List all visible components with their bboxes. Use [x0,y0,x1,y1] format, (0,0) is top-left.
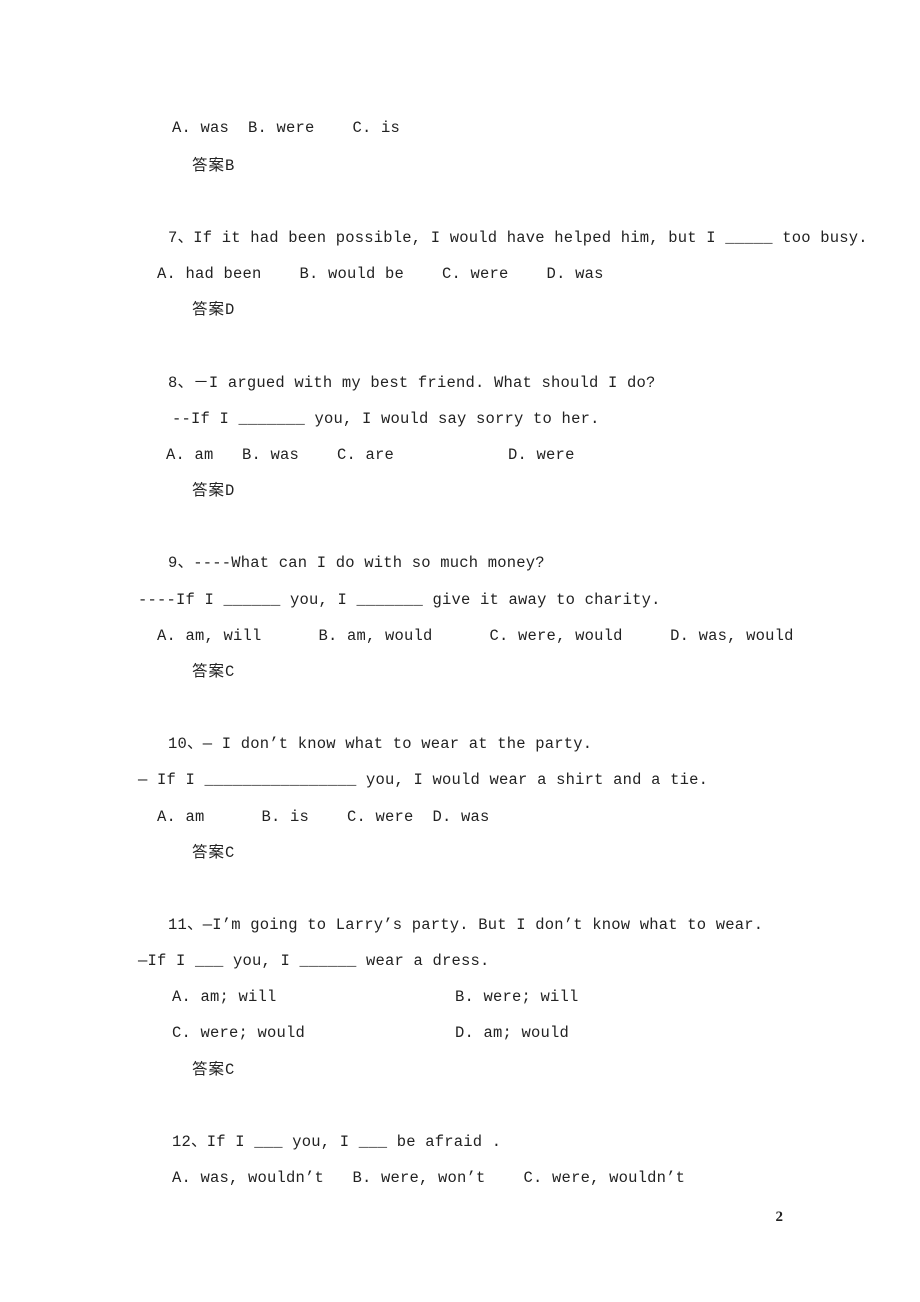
question-8-options: A. am B. was C. are D. were [166,446,575,464]
answer-value: D [225,482,235,500]
question-11-option-b: B. were; will [455,988,579,1006]
answer-label: 答案 [192,843,226,861]
document-page: A. was B. were C. is 答案B 7、If it had bee… [0,0,920,1302]
question-8-stem-continued: --If I _______ you, I would say sorry to… [172,410,600,428]
question-12-stem: 12、If I ___ you, I ___ be afraid . [172,1133,502,1151]
question-11-option-a: A. am; will [172,988,277,1006]
question-7-answer: 答案D [192,300,235,319]
carryover-answer: 答案B [192,156,235,175]
question-7-options: A. had been B. would be C. were D. was [157,265,604,283]
answer-value: C [225,1061,235,1079]
question-9-answer: 答案C [192,662,235,681]
question-11-stem-continued: —If I ___ you, I ______ wear a dress. [138,952,490,970]
question-10-stem-continued: — If I ________________ you, I would wea… [138,771,709,789]
question-10-options: A. am B. is C. were D. was [157,808,490,826]
answer-label: 答案 [192,481,226,499]
question-9-options: A. am, will B. am, would C. were, would … [157,627,794,645]
question-9-stem-continued: ----If I ______ you, I _______ give it a… [138,591,661,609]
answer-value: D [225,301,235,319]
question-7-stem: 7、If it had been possible, I would have … [168,229,868,247]
question-8-answer: 答案D [192,481,235,500]
answer-label: 答案 [192,300,226,318]
carryover-options-line: A. was B. were C. is [172,119,401,137]
question-11-option-c: C. were; would [172,1024,306,1042]
answer-value: B [225,157,235,175]
question-11-option-d: D. am; would [455,1024,570,1042]
answer-value: C [225,663,235,681]
question-8-stem: 8、－I argued with my best friend. What sh… [168,374,656,392]
question-10-stem: 10、— I don’t know what to wear at the pa… [168,735,593,753]
answer-value: C [225,844,235,862]
question-9-stem: 9、----What can I do with so much money? [168,554,545,572]
answer-label: 答案 [192,1060,226,1078]
question-12-options: A. was, wouldn’t B. were, won’t C. were,… [172,1169,686,1187]
question-10-answer: 答案C [192,843,235,862]
question-11-stem: 11、—I’m going to Larry’s party. But I do… [168,916,764,934]
question-11-answer: 答案C [192,1060,235,1079]
answer-label: 答案 [192,156,226,174]
answer-label: 答案 [192,662,226,680]
page-number: 2 [775,1209,784,1225]
